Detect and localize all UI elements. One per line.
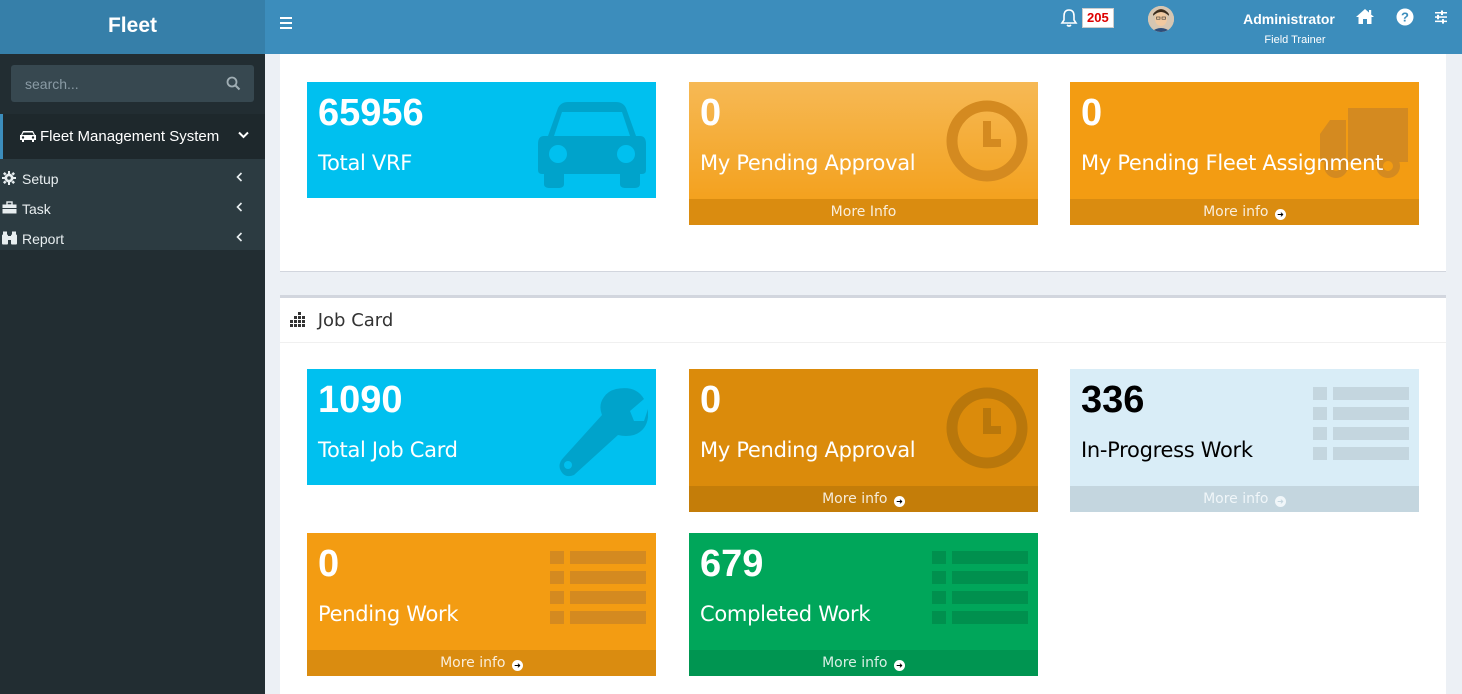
tile-value: 0 (318, 543, 340, 585)
more-info-label: More Info (830, 204, 897, 220)
chevron-left-icon (236, 232, 243, 242)
more-info-link[interactable]: More info ➜ (1070, 199, 1419, 225)
list-icon (550, 551, 646, 624)
more-info-label: More info (822, 655, 888, 671)
home-icon[interactable] (1355, 8, 1375, 26)
more-info-label: More info (440, 655, 506, 671)
sidebar: Fleet Management System Setup (0, 54, 265, 694)
list-icon (932, 551, 1028, 624)
divider (280, 342, 1446, 343)
bar-chart-icon (290, 312, 305, 327)
sidebar-item-fleet-management-system[interactable]: Fleet Management System (0, 114, 265, 159)
tile-value: 65956 (318, 92, 424, 134)
pending-work-tile[interactable]: 0 Pending Work More info ➜ (307, 533, 656, 676)
tile-value: 1090 (318, 379, 403, 421)
bell-icon[interactable] (1060, 8, 1078, 28)
tile-label: Total VRF (318, 151, 413, 175)
chevron-left-icon (236, 172, 243, 182)
sidebar-item-task[interactable]: Task (0, 194, 265, 224)
tile-label: My Pending Fleet Assignment (1081, 151, 1384, 175)
binoculars-icon (2, 231, 17, 245)
panel-title-text: Job Card (317, 310, 394, 331)
more-info-link[interactable]: More Info (689, 199, 1038, 225)
panel-title: Job Card (290, 310, 393, 331)
in-progress-work-tile[interactable]: 336 In-Progress Work More info ➜ (1070, 369, 1419, 512)
sidebar-search (11, 65, 254, 102)
tile-value: 679 (700, 543, 764, 585)
app-logo[interactable]: Fleet (0, 0, 265, 54)
more-info-link[interactable]: More info ➜ (307, 650, 656, 676)
sidebar-submenu: Setup Task Report (0, 159, 265, 250)
user-name[interactable]: Administrator (1220, 11, 1358, 27)
vrf-panel: 65956 Total VRF 0 My Pending Approval Mo… (280, 54, 1446, 272)
sidebar-item-label: Fleet Management System (40, 128, 220, 145)
avatar[interactable] (1148, 6, 1174, 32)
tile-value: 0 (700, 92, 722, 134)
tile-label: In-Progress Work (1081, 438, 1253, 462)
sidebar-item-report[interactable]: Report (0, 224, 265, 254)
list-icon (1313, 387, 1409, 460)
sidebar-item-setup[interactable]: Setup (0, 164, 265, 194)
tile-label: Completed Work (700, 602, 871, 626)
search-input[interactable] (11, 65, 216, 102)
tile-value: 0 (1081, 92, 1103, 134)
briefcase-icon (2, 201, 17, 214)
completed-work-tile[interactable]: 679 Completed Work More info ➜ (689, 533, 1038, 676)
sidebar-item-label: Setup (22, 171, 59, 187)
arrow-circle-right-icon: ➜ (511, 660, 523, 671)
vrf-pending-fleet-assignment-tile[interactable]: 0 My Pending Fleet Assignment More info … (1070, 82, 1419, 225)
vrf-pending-approval-tile[interactable]: 0 My Pending Approval More Info (689, 82, 1038, 225)
chevron-left-icon (236, 202, 243, 212)
arrow-circle-right-icon: ➜ (893, 496, 905, 507)
sidebar-item-label: Report (22, 231, 65, 247)
total-vrf-tile[interactable]: 65956 Total VRF (307, 82, 656, 198)
wrench-icon (559, 388, 648, 477)
svg-text:?: ? (1401, 10, 1409, 25)
more-info-link[interactable]: More info ➜ (689, 650, 1038, 676)
tile-label: My Pending Approval (700, 438, 916, 462)
gear-icon (2, 171, 16, 185)
top-header: Fleet 205 Administrator Field Trainer ? (0, 0, 1462, 54)
notification-badge[interactable]: 205 (1082, 8, 1114, 28)
search-icon[interactable] (226, 76, 241, 91)
car-icon (20, 131, 36, 142)
tile-label: Pending Work (318, 602, 459, 626)
job-card-pending-approval-tile[interactable]: 0 My Pending Approval More info ➜ (689, 369, 1038, 512)
help-icon[interactable]: ? (1396, 8, 1414, 26)
arrow-circle-right-icon: ➜ (1274, 209, 1286, 220)
sidebar-item-label: Task (22, 201, 51, 217)
job-card-panel: Job Card 1090 Total Job Card 0 My Pendin… (280, 295, 1446, 694)
tile-label: Total Job Card (318, 438, 458, 462)
clock-icon (946, 387, 1028, 469)
arrow-circle-right-icon: ➜ (893, 660, 905, 671)
more-info-label: More info (1203, 491, 1269, 507)
user-role: Field Trainer (1264, 34, 1326, 46)
chevron-down-icon (238, 131, 249, 139)
more-info-link[interactable]: More info ➜ (1070, 486, 1419, 512)
more-info-label: More info (822, 491, 888, 507)
more-info-link[interactable]: More info ➜ (689, 486, 1038, 512)
tile-value: 0 (700, 379, 722, 421)
more-info-label: More info (1203, 204, 1269, 220)
tile-value: 336 (1081, 379, 1145, 421)
tile-label: My Pending Approval (700, 151, 916, 175)
sidebar-toggle-button[interactable] (280, 17, 292, 29)
arrow-circle-right-icon: ➜ (1274, 496, 1286, 507)
total-job-card-tile[interactable]: 1090 Total Job Card (307, 369, 656, 485)
clock-icon (946, 100, 1028, 182)
settings-sliders-icon[interactable] (1434, 10, 1448, 24)
car-icon (538, 102, 646, 188)
